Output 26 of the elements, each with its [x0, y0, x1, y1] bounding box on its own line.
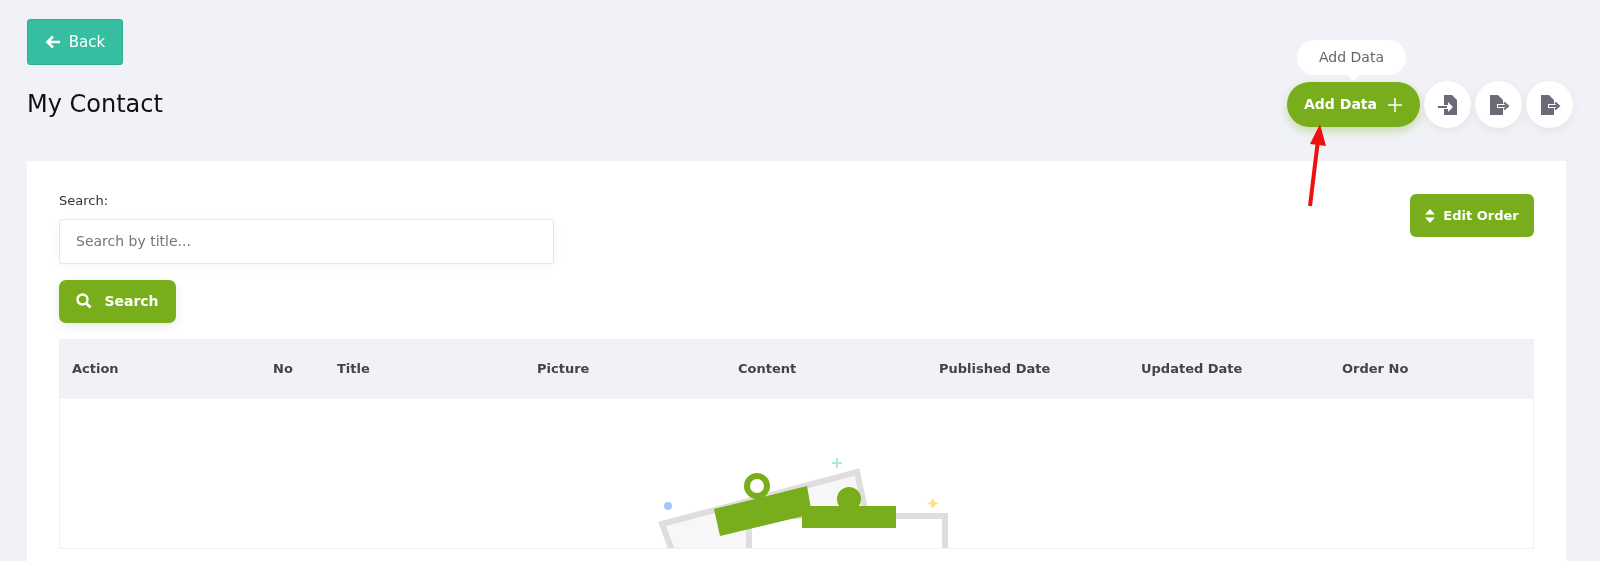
- sort-icon: [1425, 208, 1436, 223]
- column-header: Title: [337, 359, 370, 378]
- search-label: Search:: [59, 192, 110, 210]
- file-import-icon: [1436, 93, 1459, 116]
- plus-icon: [1387, 96, 1403, 113]
- edit-order-button[interactable]: Edit Order: [1410, 194, 1534, 237]
- file-export-icon: [1487, 93, 1510, 116]
- import-button[interactable]: [1424, 81, 1471, 128]
- tooltip: Add Data: [1297, 40, 1406, 81]
- column-header: Published Date: [939, 359, 1051, 378]
- export-button[interactable]: [1526, 81, 1573, 128]
- column-header: Picture: [537, 359, 590, 378]
- search-field[interactable]: Search by title...: [59, 218, 554, 264]
- column-header: Action: [72, 359, 119, 378]
- search-button[interactable]: Search: [59, 279, 176, 323]
- column-header: Updated Date: [1141, 359, 1243, 378]
- column-header: Order No: [1342, 359, 1409, 378]
- back-arrow-icon: [44, 35, 61, 49]
- file-export-icon: [1538, 93, 1561, 116]
- column-header: No: [273, 359, 293, 378]
- search-icon: [76, 293, 93, 309]
- export-button[interactable]: [1475, 81, 1522, 128]
- page-title: My Contact: [27, 90, 163, 119]
- column-header: Content: [738, 359, 797, 378]
- add-data-button[interactable]: Add Data: [1287, 82, 1420, 127]
- back-button[interactable]: Back: [27, 19, 123, 65]
